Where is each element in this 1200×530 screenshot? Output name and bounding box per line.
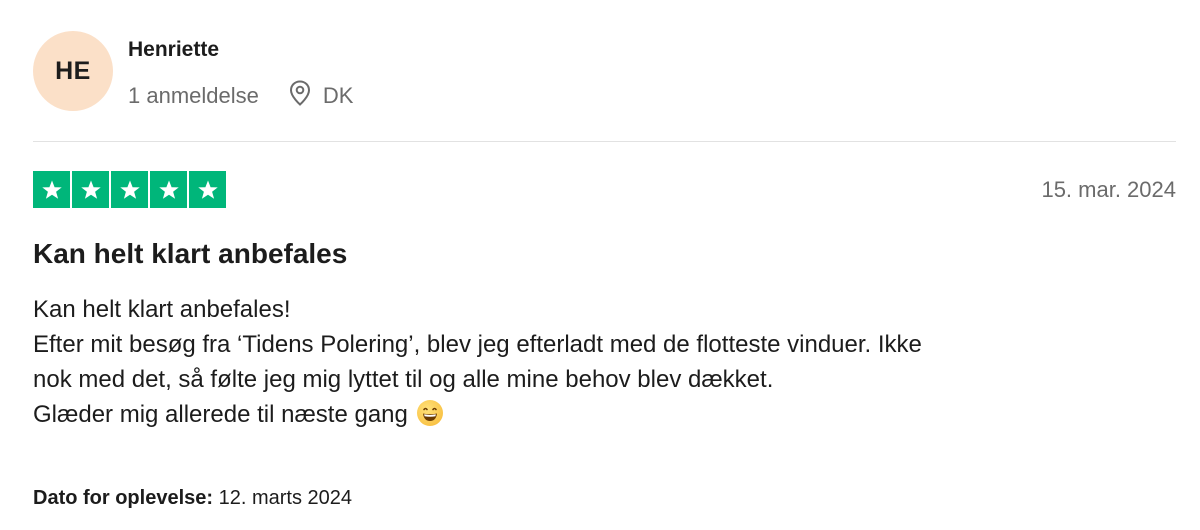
review-title[interactable]: Kan helt klart anbefales <box>33 238 347 270</box>
grinning-face-icon <box>416 400 443 426</box>
star-icon <box>111 171 148 208</box>
reviews-count: 1 anmeldelse <box>128 83 259 108</box>
reviewer-info: Henriette 1 anmeldelse DK <box>128 31 353 112</box>
rating-row: 15. mar. 2024 <box>33 171 1176 208</box>
review-body-line: Glæder mig allerede til næste gang <box>33 401 408 428</box>
location-pin-icon <box>289 80 323 112</box>
reviewer-meta: 1 anmeldelse DK <box>128 80 353 112</box>
review-body: Kan helt klart anbefales! Efter mit besø… <box>33 292 1173 432</box>
reviewer-header: HE Henriette 1 anmeldelse DK <box>33 31 353 112</box>
avatar[interactable]: HE <box>33 31 113 111</box>
review-card: HE Henriette 1 anmeldelse DK 15. mar. 20… <box>0 0 1200 530</box>
reviewer-location: DK <box>289 80 354 112</box>
experience-date: Dato for oplevelse: 12. marts 2024 <box>33 487 352 510</box>
experience-date-value: 12. marts 2024 <box>218 487 353 509</box>
star-icon <box>33 171 70 208</box>
review-date: 15. mar. 2024 <box>1041 176 1176 202</box>
experience-date-label: Dato for oplevelse: <box>33 487 214 509</box>
star-icon <box>150 171 187 208</box>
star-icon <box>189 171 226 208</box>
reviewer-name[interactable]: Henriette <box>128 38 353 62</box>
review-body-line-last: Glæder mig allerede til næste gang <box>33 397 1173 432</box>
star-rating <box>33 171 226 208</box>
review-body-line: Kan helt klart anbefales! <box>33 296 291 323</box>
review-body-line: Efter mit besøg fra ‘Tidens Polering’, b… <box>33 331 922 358</box>
review-body-line: nok med det, så følte jeg mig lyttet til… <box>33 366 774 393</box>
divider <box>33 141 1176 142</box>
country-code: DK <box>322 83 354 108</box>
star-icon <box>72 171 109 208</box>
